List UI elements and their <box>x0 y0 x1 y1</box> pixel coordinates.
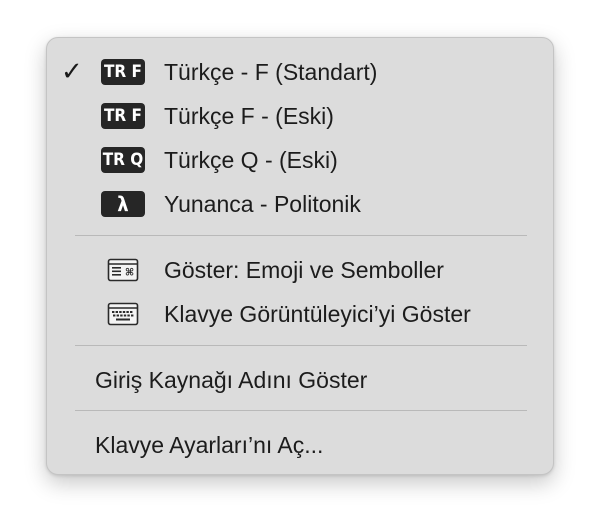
menu-item-label: Klavye Ayarları’nı Aç... <box>95 432 324 458</box>
keyboard-viewer-icon <box>107 302 139 326</box>
menu-item-yunanca-politonik[interactable]: λ Yunanca - Politonik <box>47 184 553 224</box>
checkmark-icon: ✓ <box>61 56 83 86</box>
menu-item-open-keyboard-settings[interactable]: Klavye Ayarları’nı Aç... <box>47 425 553 465</box>
layout-badge-icon: TR F <box>101 103 145 129</box>
menu-item-label: Giriş Kaynağı Adını Göster <box>95 367 368 393</box>
lambda-badge-icon: λ <box>101 191 145 217</box>
menu-separator <box>75 345 527 346</box>
menu-item-show-emoji-symbols[interactable]: ⌘ Göster: Emoji ve Semboller <box>47 250 553 290</box>
menu-item-label: Göster: Emoji ve Semboller <box>164 257 444 283</box>
layout-badge-icon: TR Q <box>101 147 145 173</box>
menu-separator <box>75 410 527 411</box>
svg-text:⌘: ⌘ <box>125 268 134 279</box>
menu-item-label: Yunanca - Politonik <box>164 191 361 217</box>
menu-item-show-input-source-name[interactable]: Giriş Kaynağı Adını Göster <box>47 360 553 400</box>
menu-item-turkce-f-standart[interactable]: ✓ TR F Türkçe - F (Standart) <box>47 52 553 92</box>
menu-item-label: Türkçe - F (Standart) <box>164 59 378 85</box>
menu-item-turkce-q-eski[interactable]: TR Q Türkçe Q - (Eski) <box>47 140 553 180</box>
layout-badge-icon: TR F <box>101 59 145 85</box>
menu-separator <box>75 235 527 236</box>
emoji-symbols-keyboard-icon: ⌘ <box>107 258 139 282</box>
menu-item-turkce-f-eski[interactable]: TR F Türkçe F - (Eski) <box>47 96 553 136</box>
menu-item-show-keyboard-viewer[interactable]: Klavye Görüntüleyici’yi Göster <box>47 294 553 334</box>
menu-item-label: Klavye Görüntüleyici’yi Göster <box>164 301 471 327</box>
input-source-menu: ✓ TR F Türkçe - F (Standart) TR F Türkçe… <box>46 37 554 475</box>
menu-item-label: Türkçe F - (Eski) <box>164 103 334 129</box>
menu-item-label: Türkçe Q - (Eski) <box>164 147 338 173</box>
